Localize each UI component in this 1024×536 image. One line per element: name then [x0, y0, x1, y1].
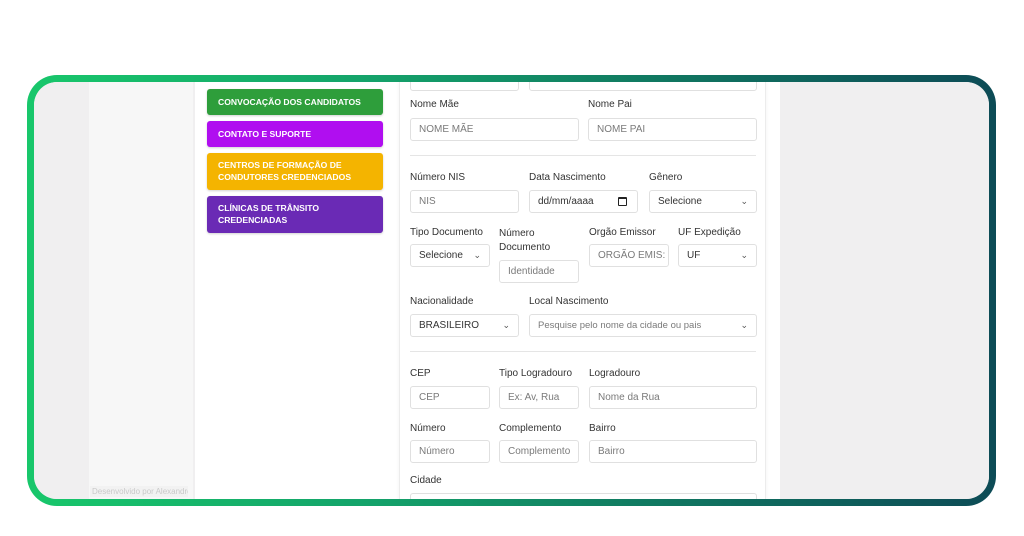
cutoff-input-2[interactable] — [529, 82, 757, 91]
bairro-label: Bairro — [589, 423, 616, 434]
uf-expedicao-value: UF — [687, 250, 701, 261]
tipo-logradouro-input[interactable]: Ex: Av, Rua — [499, 386, 579, 409]
tipo-logradouro-label: Tipo Logradouro — [499, 368, 573, 379]
device-frame: CONVOCAÇÃO DOS CANDIDATOS CONTATO E SUPO… — [27, 75, 996, 506]
complemento-input[interactable]: Complemento — [499, 440, 579, 463]
orgao-emissor-input[interactable]: ORGÃO EMIS: — [589, 244, 669, 267]
logradouro-input[interactable]: Nome da Rua — [589, 386, 757, 409]
section-divider — [410, 155, 756, 156]
local-nascimento-label: Local Nascimento — [529, 296, 609, 307]
local-nascimento-placeholder: Pesquise pelo nome da cidade ou pais — [538, 320, 702, 331]
orgao-emissor-label: Orgão Emissor — [589, 227, 656, 238]
genero-value: Selecione — [658, 196, 702, 207]
menu-item-convocacao[interactable]: CONVOCAÇÃO DOS CANDIDATOS — [207, 89, 383, 115]
nacionalidade-value: BRASILEIRO — [419, 320, 480, 331]
cep-input[interactable]: CEP — [410, 386, 490, 409]
page-strip-left — [89, 82, 193, 499]
data-nascimento-label: Data Nascimento — [529, 172, 606, 183]
nome-pai-input[interactable]: NOME PAI — [588, 118, 757, 141]
data-nascimento-value: dd/mm/aaaa — [538, 196, 594, 207]
uf-expedicao-select[interactable]: UF ⌄ — [678, 244, 757, 267]
nis-label: Número NIS — [410, 172, 466, 183]
menu-item-contato[interactable]: CONTATO E SUPORTE — [207, 121, 383, 147]
footer-credit: Desenvolvido por AlexandreSilveira — [90, 486, 188, 497]
side-menu: CONVOCAÇÃO DOS CANDIDATOS CONTATO E SUPO… — [207, 89, 383, 239]
cutoff-input-1[interactable] — [410, 82, 519, 91]
menu-item-centros-formacao[interactable]: CENTROS DE FORMAÇÃO DE CONDUTORES CREDEN… — [207, 153, 383, 190]
cep-label: CEP — [410, 368, 431, 379]
local-nascimento-select[interactable]: Pesquise pelo nome da cidade ou pais ⌄ — [529, 314, 757, 337]
nome-mae-input[interactable]: NOME MÃE — [410, 118, 579, 141]
nome-pai-label: Nome Pai — [588, 99, 632, 110]
nacionalidade-select[interactable]: BRASILEIRO ⌄ — [410, 314, 519, 337]
registration-form: Nome Mãe NOME MÃE Nome Pai NOME PAI Núme… — [399, 82, 766, 499]
page-gutter-left — [34, 82, 89, 499]
numero-documento-input[interactable]: Identidade — [499, 260, 579, 283]
numero-documento-label: Número Documento — [499, 228, 551, 253]
nis-input[interactable]: NIS — [410, 190, 519, 213]
chevron-down-icon: ⌄ — [740, 320, 748, 330]
page-gutter-right — [935, 82, 989, 499]
cidade-input[interactable] — [410, 493, 757, 499]
numero-input[interactable]: Número — [410, 440, 490, 463]
bairro-input[interactable]: Bairro — [589, 440, 757, 463]
nome-mae-label: Nome Mãe — [410, 99, 459, 110]
genero-label: Gênero — [649, 172, 683, 183]
tipo-documento-select[interactable]: Selecione ⌄ — [410, 244, 490, 267]
complemento-label: Complemento — [499, 423, 562, 434]
page-content: CONVOCAÇÃO DOS CANDIDATOS CONTATO E SUPO… — [195, 82, 780, 499]
chevron-down-icon: ⌄ — [740, 196, 748, 206]
cidade-label: Cidade — [410, 475, 442, 486]
nacionalidade-label: Nacionalidade — [410, 296, 474, 307]
chevron-down-icon: ⌄ — [473, 250, 481, 260]
logradouro-label: Logradouro — [589, 368, 641, 379]
data-nascimento-input[interactable]: dd/mm/aaaa — [529, 190, 638, 213]
tipo-documento-value: Selecione — [419, 250, 463, 261]
chevron-down-icon: ⌄ — [740, 250, 748, 260]
tipo-documento-label: Tipo Documento — [410, 227, 483, 238]
genero-select[interactable]: Selecione ⌄ — [649, 190, 757, 213]
chevron-down-icon: ⌄ — [502, 320, 510, 330]
menu-item-clinicas[interactable]: CLÍNICAS DE TRÂNSITO CREDENCIADAS — [207, 196, 383, 233]
calendar-icon[interactable] — [618, 197, 627, 206]
numero-label: Número — [410, 423, 446, 434]
browser-screen: CONVOCAÇÃO DOS CANDIDATOS CONTATO E SUPO… — [34, 82, 989, 499]
uf-expedicao-label: UF Expedição — [678, 227, 741, 238]
section-divider — [410, 351, 756, 352]
